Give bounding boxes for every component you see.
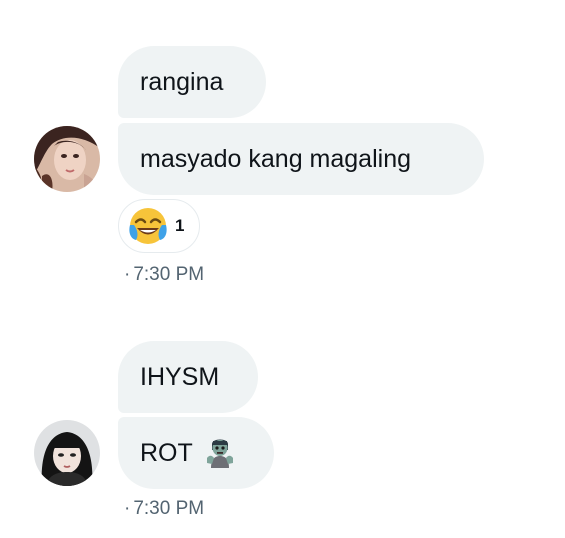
message-bubble-masyado[interactable]: masyado kang magaling — [118, 123, 484, 195]
message-bubble-rangina[interactable]: rangina — [118, 46, 266, 118]
timestamp-text: 7:30 PM — [133, 498, 205, 519]
message-bubble-ihysm[interactable]: IHYSM — [118, 341, 258, 413]
zombie-icon — [203, 434, 237, 473]
message-timestamp: · 7:30 PM — [124, 498, 204, 520]
message-text: ROT — [140, 438, 193, 467]
timestamp-separator: · — [124, 498, 131, 519]
avatar[interactable] — [34, 420, 100, 486]
message-text: masyado kang magaling — [140, 144, 411, 173]
reaction-pill[interactable]: 1 — [118, 199, 200, 253]
message-text: rangina — [140, 67, 224, 96]
avatar-photo — [34, 126, 100, 192]
timestamp-separator: · — [124, 264, 131, 285]
message-timestamp: · 7:30 PM — [124, 264, 204, 286]
message-bubble-rot[interactable]: ROT — [118, 417, 274, 489]
avatar-photo — [34, 420, 100, 486]
timestamp-text: 7:30 PM — [133, 264, 205, 285]
reaction-count: 1 — [175, 216, 185, 235]
message-text: IHYSM — [140, 362, 220, 391]
face-with-tears-of-joy-icon — [129, 208, 167, 244]
avatar[interactable] — [34, 126, 100, 192]
